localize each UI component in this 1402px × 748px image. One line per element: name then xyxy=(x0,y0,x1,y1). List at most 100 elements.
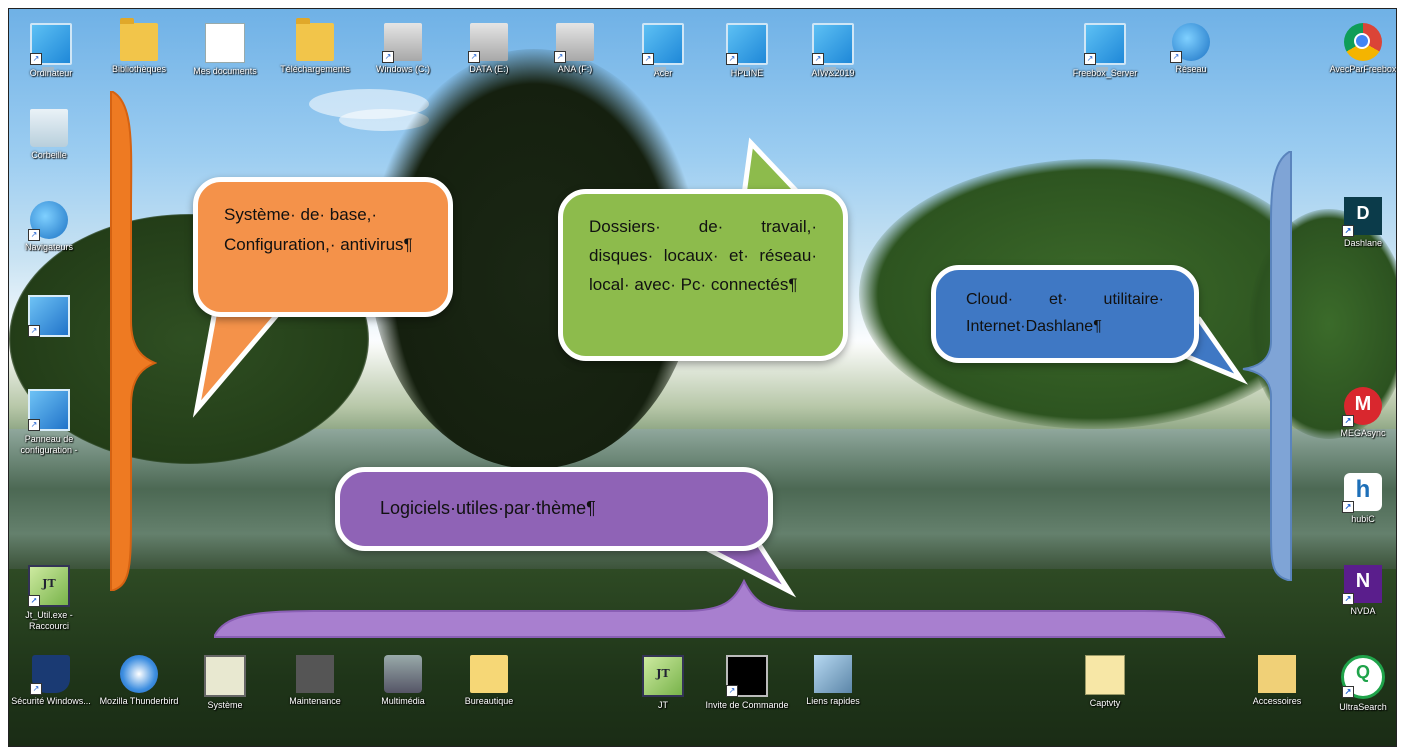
desktop-icon-invite-de-commande[interactable]: ↗ Invite de Commande xyxy=(703,655,791,711)
desktop-icon-t-l-chargements[interactable]: Téléchargements xyxy=(271,18,359,75)
desktop-icon-label: AvecParFreebox xyxy=(1329,64,1397,74)
desktop-icon-mes-documents[interactable]: Mes documents xyxy=(181,23,269,77)
desktop-icon-mozilla-thunderbird[interactable]: Mozilla Thunderbird xyxy=(95,655,183,707)
desktop-icon-acer[interactable]: ↗ Acer xyxy=(619,23,707,79)
desktop-icon-label: Panneau de configuration - xyxy=(20,434,78,455)
shortcut-arrow-icon: ↗ xyxy=(28,595,40,607)
desktop-icon-label: Corbeille xyxy=(31,150,67,160)
desktop-icon-s-curit-windows[interactable]: ↗ Sécurité Windows... xyxy=(9,655,95,707)
desktop-icon-navigateurs[interactable]: ↗ Navigateurs xyxy=(9,201,93,253)
desktop-icon-bureautique[interactable]: Bureautique xyxy=(445,655,533,707)
shortcut-arrow-icon: ↗ xyxy=(1170,51,1182,63)
chrome-icon xyxy=(1344,23,1382,61)
desktop-icon-dashlane[interactable]: D ↗ Dashlane xyxy=(1319,197,1396,249)
desktop-icon-aiw-2019[interactable]: ↗ AIW&2019 xyxy=(789,23,877,79)
control-panel-icon: ↗ xyxy=(28,295,70,337)
desktop-icon-ultrasearch[interactable]: Q ↗ UltraSearch xyxy=(1319,655,1396,713)
desktop-icon-label: Liens rapides xyxy=(806,696,860,706)
desktop-icon-label: Dashlane xyxy=(1343,238,1383,248)
desktop-icon-jt[interactable]: JT JT xyxy=(619,655,707,711)
desktop-icon-jt-util-exe-raccourci[interactable]: JT ↗ Jt_Util.exe - Raccourci xyxy=(9,565,93,632)
desktop-icon-label: Accessoires xyxy=(1252,696,1302,706)
desktop-icon-label: Jt_Util.exe - Raccourci xyxy=(25,610,73,631)
desktop-icon-label: NVDA xyxy=(1350,606,1376,616)
desktop-icon-r-seau[interactable]: ↗ Réseau xyxy=(1147,23,1235,75)
desktop-icon-multim-dia[interactable]: Multimédia xyxy=(359,655,447,707)
callout-work-text: Dossiers· de· travail,· disques· locaux·… xyxy=(589,217,817,294)
desktop-icon-biblioth-ques[interactable]: Bibliothèques xyxy=(95,18,183,75)
drive-icon: ↗ xyxy=(382,23,422,63)
jt-icon: JT xyxy=(642,655,684,697)
callout-base-system: Système· de· base,· Configuration,· anti… xyxy=(193,177,453,317)
desktop-icon-megasync[interactable]: M ↗ MEGAsync xyxy=(1319,387,1396,439)
desktop-icon-label: ANA (F:) xyxy=(557,64,593,74)
callout-base-text: Système· de· base,· Configuration,· anti… xyxy=(224,205,413,254)
desktop-icon-hubic[interactable]: h ↗ hubiC xyxy=(1319,473,1396,525)
shortcut-arrow-icon: ↗ xyxy=(1342,415,1354,427)
desktop-icon-corbeille[interactable]: Corbeille xyxy=(9,109,93,161)
shortcut-arrow-icon: ↗ xyxy=(468,51,480,63)
desktop-icon-label: Système xyxy=(207,700,243,710)
mega-icon: M ↗ xyxy=(1342,387,1382,427)
desktop-icon-panneau-de-configuration[interactable]: ↗ Panneau de configuration - xyxy=(9,389,93,456)
desktop-icon-ana-f[interactable]: ↗ ANA (F:) xyxy=(531,23,619,75)
shortcut-arrow-icon: ↗ xyxy=(554,51,566,63)
monitor-icon: ↗ xyxy=(1084,23,1126,71)
desktop-icon-accessoires[interactable]: Accessoires xyxy=(1233,655,1321,707)
shortcut-arrow-icon: ↗ xyxy=(726,53,738,65)
desktop-icon-liens-rapides[interactable]: Liens rapides xyxy=(789,655,877,707)
quick-links-icon xyxy=(814,655,852,693)
monitor-icon: ↗ xyxy=(30,23,72,71)
desktop-icon-data-e[interactable]: ↗ DATA (E:) xyxy=(445,23,533,75)
desktop-icon-label: Windows (C:) xyxy=(375,64,430,74)
shortcut-arrow-icon: ↗ xyxy=(812,53,824,65)
desktop-icon-label: Sécurité Windows... xyxy=(11,696,91,706)
monitor-icon: ↗ xyxy=(726,23,768,71)
monitor-icon: ↗ xyxy=(812,23,854,71)
desktop-icon-label: MEGAsync xyxy=(1340,428,1386,438)
thunderbird-icon xyxy=(120,655,158,693)
shortcut-arrow-icon: ↗ xyxy=(1342,501,1354,513)
desktop: ↗ Ordinateur Bibliothèques Mes documents Tél… xyxy=(8,8,1397,747)
search-icon: Q ↗ xyxy=(1341,655,1385,699)
captvty-icon xyxy=(1085,655,1125,695)
desktop-icon-ordinateur[interactable]: ↗ Ordinateur xyxy=(9,23,95,79)
control-panel-icon: ↗ xyxy=(28,389,70,431)
drive-icon: ↗ xyxy=(554,23,594,63)
desktop-icon-label: Invite de Commande xyxy=(705,700,789,710)
folder-icon xyxy=(120,18,158,61)
desktop-icon-windows-c[interactable]: ↗ Windows (C:) xyxy=(359,23,447,75)
desktop-icon-captvty[interactable]: Captvty xyxy=(1061,655,1149,709)
desktop-icon-syst-me[interactable]: Système xyxy=(181,655,269,711)
desktop-icon-label: Bureautique xyxy=(464,696,514,706)
desktop-icon-label: Bibliothèques xyxy=(111,64,167,74)
shortcut-arrow-icon: ↗ xyxy=(382,51,394,63)
shortcut-arrow-icon: ↗ xyxy=(28,419,40,431)
command-prompt-icon: ↗ xyxy=(726,655,768,697)
shortcut-arrow-icon: ↗ xyxy=(28,229,40,241)
desktop-icon-avecparfreebox[interactable]: AvecParFreebox xyxy=(1319,23,1397,75)
desktop-icon-label: Téléchargements xyxy=(280,64,350,74)
shortcut-arrow-icon: ↗ xyxy=(1342,225,1354,237)
desktop-icon-nvda[interactable]: N ↗ NVDA xyxy=(1319,565,1396,617)
hubic-icon: h ↗ xyxy=(1342,473,1382,513)
shortcut-arrow-icon: ↗ xyxy=(30,683,42,695)
desktop-icon-label: Multimédia xyxy=(381,696,425,706)
callout-cloud: Cloud· et· utilitaire· Internet·Dashlane… xyxy=(931,265,1199,363)
desktop-icon-hpline[interactable]: ↗ HPLINE xyxy=(703,23,791,79)
computer-icon xyxy=(204,655,246,697)
shortcut-arrow-icon: ↗ xyxy=(1342,686,1354,698)
nvda-icon: N ↗ xyxy=(1342,565,1382,605)
desktop-icon-freebox-server[interactable]: ↗ Freebox_Server xyxy=(1061,23,1149,79)
chip-icon xyxy=(296,655,334,693)
desktop-icon-label: Mozilla Thunderbird xyxy=(99,696,179,706)
desktop-icon-label: Réseau xyxy=(1175,64,1207,74)
office-folder-icon xyxy=(470,655,508,693)
desktop-icon-label: hubiC xyxy=(1351,514,1375,524)
desktop-icon-label: Navigateurs xyxy=(24,242,74,252)
shortcut-arrow-icon: ↗ xyxy=(1084,53,1096,65)
desktop-icon-maintenance[interactable]: Maintenance xyxy=(271,655,359,707)
globe-icon: ↗ xyxy=(28,201,68,241)
desktop-icon-unlabeled[interactable]: ↗ xyxy=(9,295,93,340)
globe-icon: ↗ xyxy=(1170,23,1210,63)
